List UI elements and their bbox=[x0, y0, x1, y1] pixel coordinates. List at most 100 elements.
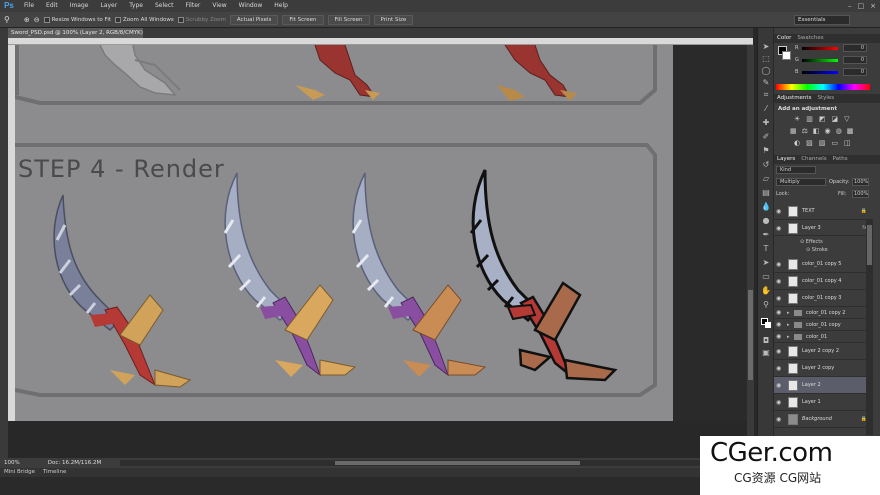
visibility-eye-icon[interactable]: ◉ bbox=[776, 273, 784, 290]
expand-arrow-icon[interactable]: ▸ bbox=[787, 307, 790, 319]
color-spectrum-bar[interactable] bbox=[776, 84, 870, 90]
fill-field[interactable]: 100% bbox=[852, 190, 869, 198]
zoom-in-icon[interactable]: ⊕ bbox=[24, 16, 30, 24]
levels-icon[interactable]: ▥ bbox=[806, 115, 813, 123]
tab-styles[interactable]: Styles bbox=[817, 94, 834, 103]
tab-timeline[interactable]: Timeline bbox=[43, 468, 66, 477]
color-balance-icon[interactable]: ⚖ bbox=[802, 127, 808, 135]
threshold-icon[interactable]: ▧ bbox=[819, 139, 826, 147]
menu-layer[interactable]: Layer bbox=[94, 0, 123, 12]
close-button[interactable]: × bbox=[870, 0, 876, 12]
black-white-icon[interactable]: ◧ bbox=[813, 127, 820, 135]
visibility-eye-icon[interactable]: ◉ bbox=[776, 394, 784, 411]
menu-type[interactable]: Type bbox=[123, 0, 149, 12]
marquee-tool-icon[interactable]: ⬚ bbox=[761, 54, 771, 64]
layer-row[interactable]: ◉ Layer 2 copy 2 bbox=[774, 343, 873, 360]
hue-saturation-icon[interactable]: ▦ bbox=[790, 127, 797, 135]
visibility-eye-icon[interactable]: ◉ bbox=[776, 377, 784, 394]
path-select-icon[interactable]: ➤ bbox=[761, 258, 771, 268]
actual-pixels-button[interactable]: Actual Pixels bbox=[229, 14, 279, 25]
visibility-eye-icon[interactable]: ◉ bbox=[776, 220, 784, 237]
layer-group-row[interactable]: ◉ ▸ color_01 copy 2 bbox=[774, 307, 873, 319]
fill-screen-button[interactable]: Fill Screen bbox=[327, 14, 370, 25]
blend-mode-select[interactable]: Multiply bbox=[776, 178, 826, 186]
green-slider[interactable] bbox=[802, 59, 838, 62]
visibility-eye-icon[interactable]: ◉ bbox=[776, 360, 784, 377]
blue-slider[interactable] bbox=[802, 71, 838, 74]
layer-filter-select[interactable]: Kind bbox=[776, 166, 816, 174]
blur-tool-icon[interactable]: 💧 bbox=[761, 202, 771, 212]
lasso-tool-icon[interactable]: ◯ bbox=[761, 66, 771, 76]
healing-brush-icon[interactable]: ✚ bbox=[761, 118, 771, 128]
layer-group-row[interactable]: ◉ ▸ color_01 bbox=[774, 331, 873, 343]
visibility-eye-icon[interactable]: ◉ bbox=[776, 256, 784, 273]
visibility-eye-icon[interactable]: ◉ bbox=[776, 203, 784, 220]
color-lookup-icon[interactable]: ▩ bbox=[847, 127, 854, 135]
gradient-map-icon[interactable]: ▭ bbox=[831, 139, 838, 147]
horizontal-scroll-thumb[interactable] bbox=[335, 461, 580, 465]
green-value[interactable]: 0 bbox=[843, 56, 867, 64]
document-tab[interactable]: Sword_PSD.psd @ 100% (Layer 2, RGB/8/CMY… bbox=[8, 28, 143, 46]
eraser-tool-icon[interactable]: ▱ bbox=[761, 174, 771, 184]
visibility-eye-icon[interactable]: ◉ bbox=[776, 307, 784, 319]
menu-file[interactable]: File bbox=[18, 0, 40, 12]
bg-color-chip[interactable] bbox=[782, 51, 791, 60]
menu-select[interactable]: Select bbox=[149, 0, 180, 12]
expand-arrow-icon[interactable]: ▸ bbox=[787, 331, 790, 343]
dodge-tool-icon[interactable]: ● bbox=[761, 216, 771, 226]
shape-tool-icon[interactable]: ▭ bbox=[761, 272, 771, 282]
background-color-swatch[interactable] bbox=[765, 322, 771, 328]
visibility-eye-icon[interactable]: ◉ bbox=[776, 290, 784, 307]
type-tool-icon[interactable]: T bbox=[761, 244, 771, 254]
history-brush-icon[interactable]: ↺ bbox=[761, 160, 771, 170]
quick-mask-icon[interactable]: ◘ bbox=[761, 336, 771, 346]
vertical-scrollbar[interactable] bbox=[747, 45, 754, 455]
pen-tool-icon[interactable]: ✒ bbox=[761, 230, 771, 240]
curves-icon[interactable]: ◩ bbox=[819, 115, 826, 123]
layer-row[interactable]: ◉ color_01 copy 3 bbox=[774, 290, 873, 307]
selective-color-icon[interactable]: ◫ bbox=[844, 139, 851, 147]
layer-row[interactable]: ◉ Layer 2 copy bbox=[774, 360, 873, 377]
expand-arrow-icon[interactable]: ▸ bbox=[787, 319, 790, 331]
visibility-eye-icon[interactable]: ◉ bbox=[776, 331, 784, 343]
document-canvas[interactable]: STEP 4 - Render bbox=[15, 45, 673, 421]
brush-tool-icon[interactable]: ✐ bbox=[761, 132, 771, 142]
layer-row[interactable]: ◉ Background 🔒 bbox=[774, 411, 873, 428]
layer-row[interactable]: ◉ Layer 1 bbox=[774, 394, 873, 411]
zoom-level[interactable]: 100% bbox=[4, 460, 20, 466]
posterize-icon[interactable]: ▨ bbox=[806, 139, 813, 147]
minimize-button[interactable]: – bbox=[848, 0, 852, 12]
red-value[interactable]: 0 bbox=[843, 44, 867, 52]
visibility-eye-icon[interactable]: ◉ bbox=[776, 319, 784, 331]
fit-screen-button[interactable]: Fit Screen bbox=[282, 14, 324, 25]
menu-window[interactable]: Window bbox=[233, 0, 269, 12]
layer-row-selected[interactable]: ◉ Layer 2 bbox=[774, 377, 873, 394]
quick-select-icon[interactable]: ✎ bbox=[761, 78, 771, 88]
layer-row[interactable]: ◉ color_01 copy 4 bbox=[774, 273, 873, 290]
photo-filter-icon[interactable]: ◉ bbox=[825, 127, 831, 135]
workspace-select[interactable]: Essentials bbox=[794, 15, 850, 25]
brightness-icon[interactable]: ☀ bbox=[794, 115, 800, 123]
invert-icon[interactable]: ◐ bbox=[794, 139, 800, 147]
exposure-icon[interactable]: ◪ bbox=[832, 115, 839, 123]
zoom-tool-icon[interactable]: ⚲ bbox=[4, 15, 10, 24]
layer-row[interactable]: ◉ color_01 copy 5 bbox=[774, 256, 873, 273]
move-tool-icon[interactable]: ➤ bbox=[761, 42, 771, 52]
crop-tool-icon[interactable]: ⌗ bbox=[761, 90, 771, 100]
tab-color[interactable]: Color bbox=[777, 34, 791, 43]
tab-mini-bridge[interactable]: Mini Bridge bbox=[4, 468, 35, 477]
zoom-tool-strip-icon[interactable]: ⚲ bbox=[761, 300, 771, 310]
scrubby-zoom-checkbox[interactable]: Scrubby Zoom bbox=[177, 16, 226, 23]
zoom-out-icon[interactable]: ⊖ bbox=[34, 16, 40, 24]
tab-adjustments[interactable]: Adjustments bbox=[777, 94, 811, 103]
resize-windows-checkbox[interactable]: Resize Windows to Fit bbox=[43, 16, 111, 23]
layer-row[interactable]: ◉ Layer 3 fx bbox=[774, 220, 873, 236]
gradient-tool-icon[interactable]: ▤ bbox=[761, 188, 771, 198]
visibility-eye-icon[interactable]: ◉ bbox=[776, 343, 784, 360]
hand-tool-icon[interactable]: ✋ bbox=[761, 286, 771, 296]
tab-layers[interactable]: Layers bbox=[777, 155, 795, 164]
opacity-field[interactable]: 100% bbox=[852, 178, 869, 186]
vibrance-icon[interactable]: ▽ bbox=[844, 115, 849, 123]
stamp-tool-icon[interactable]: ⚑ bbox=[761, 146, 771, 156]
channel-mixer-icon[interactable]: ◍ bbox=[836, 127, 842, 135]
